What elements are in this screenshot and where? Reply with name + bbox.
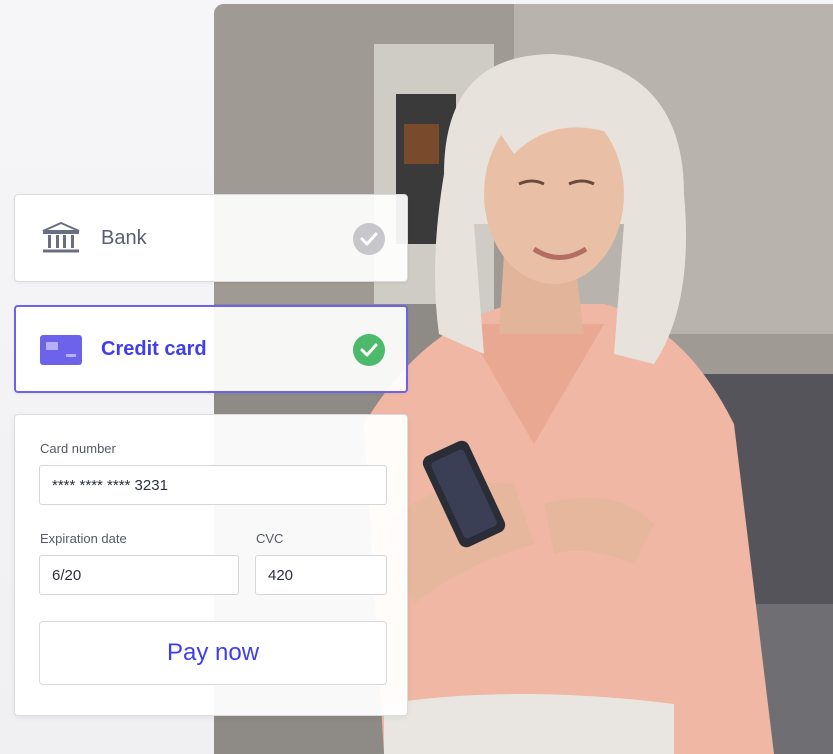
cvc-input[interactable] xyxy=(255,555,387,595)
credit-card-icon xyxy=(40,333,84,367)
card-number-input[interactable] xyxy=(39,465,387,505)
check-circle-icon xyxy=(353,334,385,366)
cvc-label: CVC xyxy=(256,531,284,546)
card-details-form: Card number Expiration date CVC Pay now xyxy=(14,414,408,716)
payment-option-bank-label: Bank xyxy=(101,227,147,249)
expiration-date-label: Expiration date xyxy=(40,531,127,546)
card-number-label: Card number xyxy=(40,441,116,456)
pay-now-button[interactable]: Pay now xyxy=(39,621,387,685)
bank-icon xyxy=(39,221,83,255)
expiration-date-input[interactable] xyxy=(39,555,239,595)
payment-option-credit-card[interactable]: Credit card xyxy=(14,305,408,393)
payment-option-credit-card-label: Credit card xyxy=(101,338,207,360)
payment-option-bank[interactable]: Bank xyxy=(14,194,408,282)
check-circle-icon xyxy=(353,223,385,255)
